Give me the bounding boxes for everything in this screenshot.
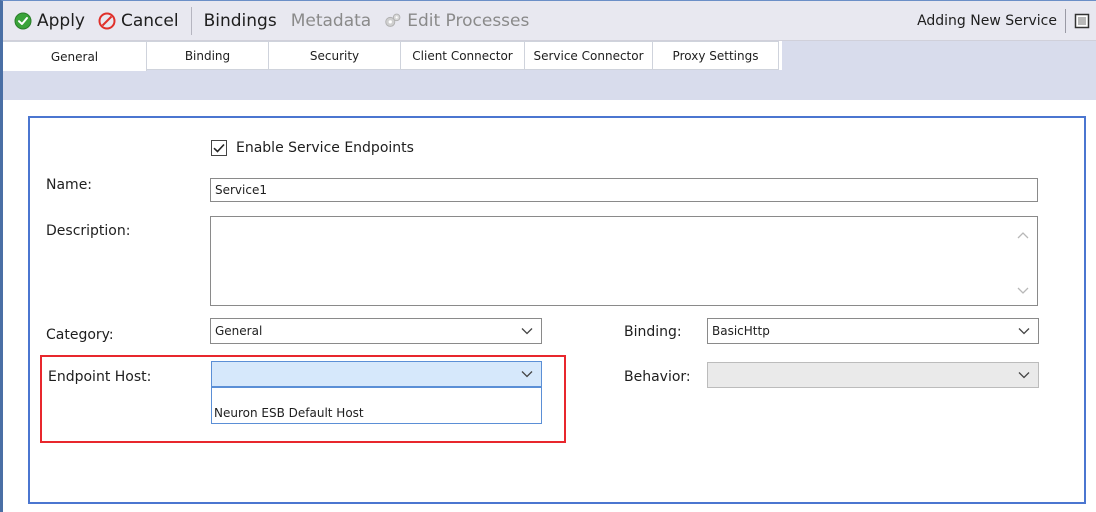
- description-input[interactable]: [210, 216, 1038, 306]
- name-value: Service1: [215, 183, 267, 197]
- general-panel: Enable Service Endpoints Name: Service1 …: [28, 116, 1086, 504]
- chevron-down-icon: [521, 328, 533, 335]
- checkmark-icon: [213, 143, 225, 153]
- edit-processes-label: Edit Processes: [407, 10, 530, 31]
- tab-security[interactable]: Security: [269, 41, 401, 70]
- toolbar-separator: [190, 6, 192, 35]
- status-separator: [1065, 8, 1066, 33]
- scroll-up-icon[interactable]: [1017, 231, 1029, 239]
- tab-label: Security: [309, 48, 360, 63]
- behavior-label: Behavior:: [624, 369, 691, 385]
- binding-label: Binding:: [624, 324, 682, 340]
- name-input[interactable]: Service1: [210, 178, 1038, 202]
- edit-processes-button[interactable]: Edit Processes: [379, 1, 533, 41]
- annotation-highlight-box: [40, 355, 566, 443]
- behavior-select[interactable]: [707, 362, 1039, 388]
- category-select[interactable]: General: [210, 318, 542, 344]
- tab-client-connector[interactable]: Client Connector: [401, 41, 525, 70]
- enable-service-endpoints-checkbox[interactable]: [211, 140, 227, 156]
- tab-service-connector[interactable]: Service Connector: [525, 41, 653, 70]
- status-area: Adding New Service: [917, 1, 1096, 41]
- toolbar: Apply Cancel Bindings Metadata Edit Proc…: [3, 1, 1096, 41]
- tab-label: Proxy Settings: [672, 48, 759, 63]
- cancel-button[interactable]: Cancel: [93, 1, 183, 41]
- cancel-label: Cancel: [121, 10, 179, 31]
- bindings-label: Bindings: [203, 10, 277, 31]
- metadata-button[interactable]: Metadata: [287, 1, 376, 41]
- binding-select[interactable]: BasicHttp: [707, 318, 1039, 344]
- tab-proxy-settings[interactable]: Proxy Settings: [653, 41, 779, 70]
- name-label: Name:: [46, 177, 93, 193]
- chevron-down-icon: [1018, 372, 1030, 379]
- gears-icon: [383, 11, 403, 31]
- cancel-circle-icon: [97, 11, 117, 31]
- bindings-button[interactable]: Bindings: [200, 1, 281, 41]
- binding-value: BasicHttp: [712, 324, 770, 338]
- enable-service-endpoints-label: Enable Service Endpoints: [236, 140, 414, 156]
- category-label: Category:: [46, 327, 114, 343]
- tab-binding[interactable]: Binding: [147, 41, 269, 70]
- description-label: Description:: [46, 223, 131, 239]
- tab-label: Client Connector: [412, 48, 513, 63]
- metadata-label: Metadata: [290, 10, 372, 31]
- tabs: General Binding Security Client Connecto…: [3, 41, 779, 100]
- apply-button[interactable]: Apply: [9, 1, 89, 41]
- status-text: Adding New Service: [917, 12, 1057, 29]
- tab-general[interactable]: General: [3, 41, 147, 71]
- category-value: General: [215, 324, 263, 338]
- check-circle-icon: [13, 11, 33, 31]
- tab-label: Binding: [184, 48, 231, 63]
- tab-label: Service Connector: [533, 48, 644, 63]
- tab-label: General: [50, 49, 99, 64]
- tab-bar: General Binding Security Client Connecto…: [3, 41, 1096, 100]
- scroll-down-icon[interactable]: [1017, 287, 1029, 295]
- restore-window-icon[interactable]: [1072, 11, 1092, 31]
- apply-label: Apply: [37, 10, 85, 31]
- tab-strip-fill: [782, 41, 1096, 100]
- chevron-down-icon: [1018, 328, 1030, 335]
